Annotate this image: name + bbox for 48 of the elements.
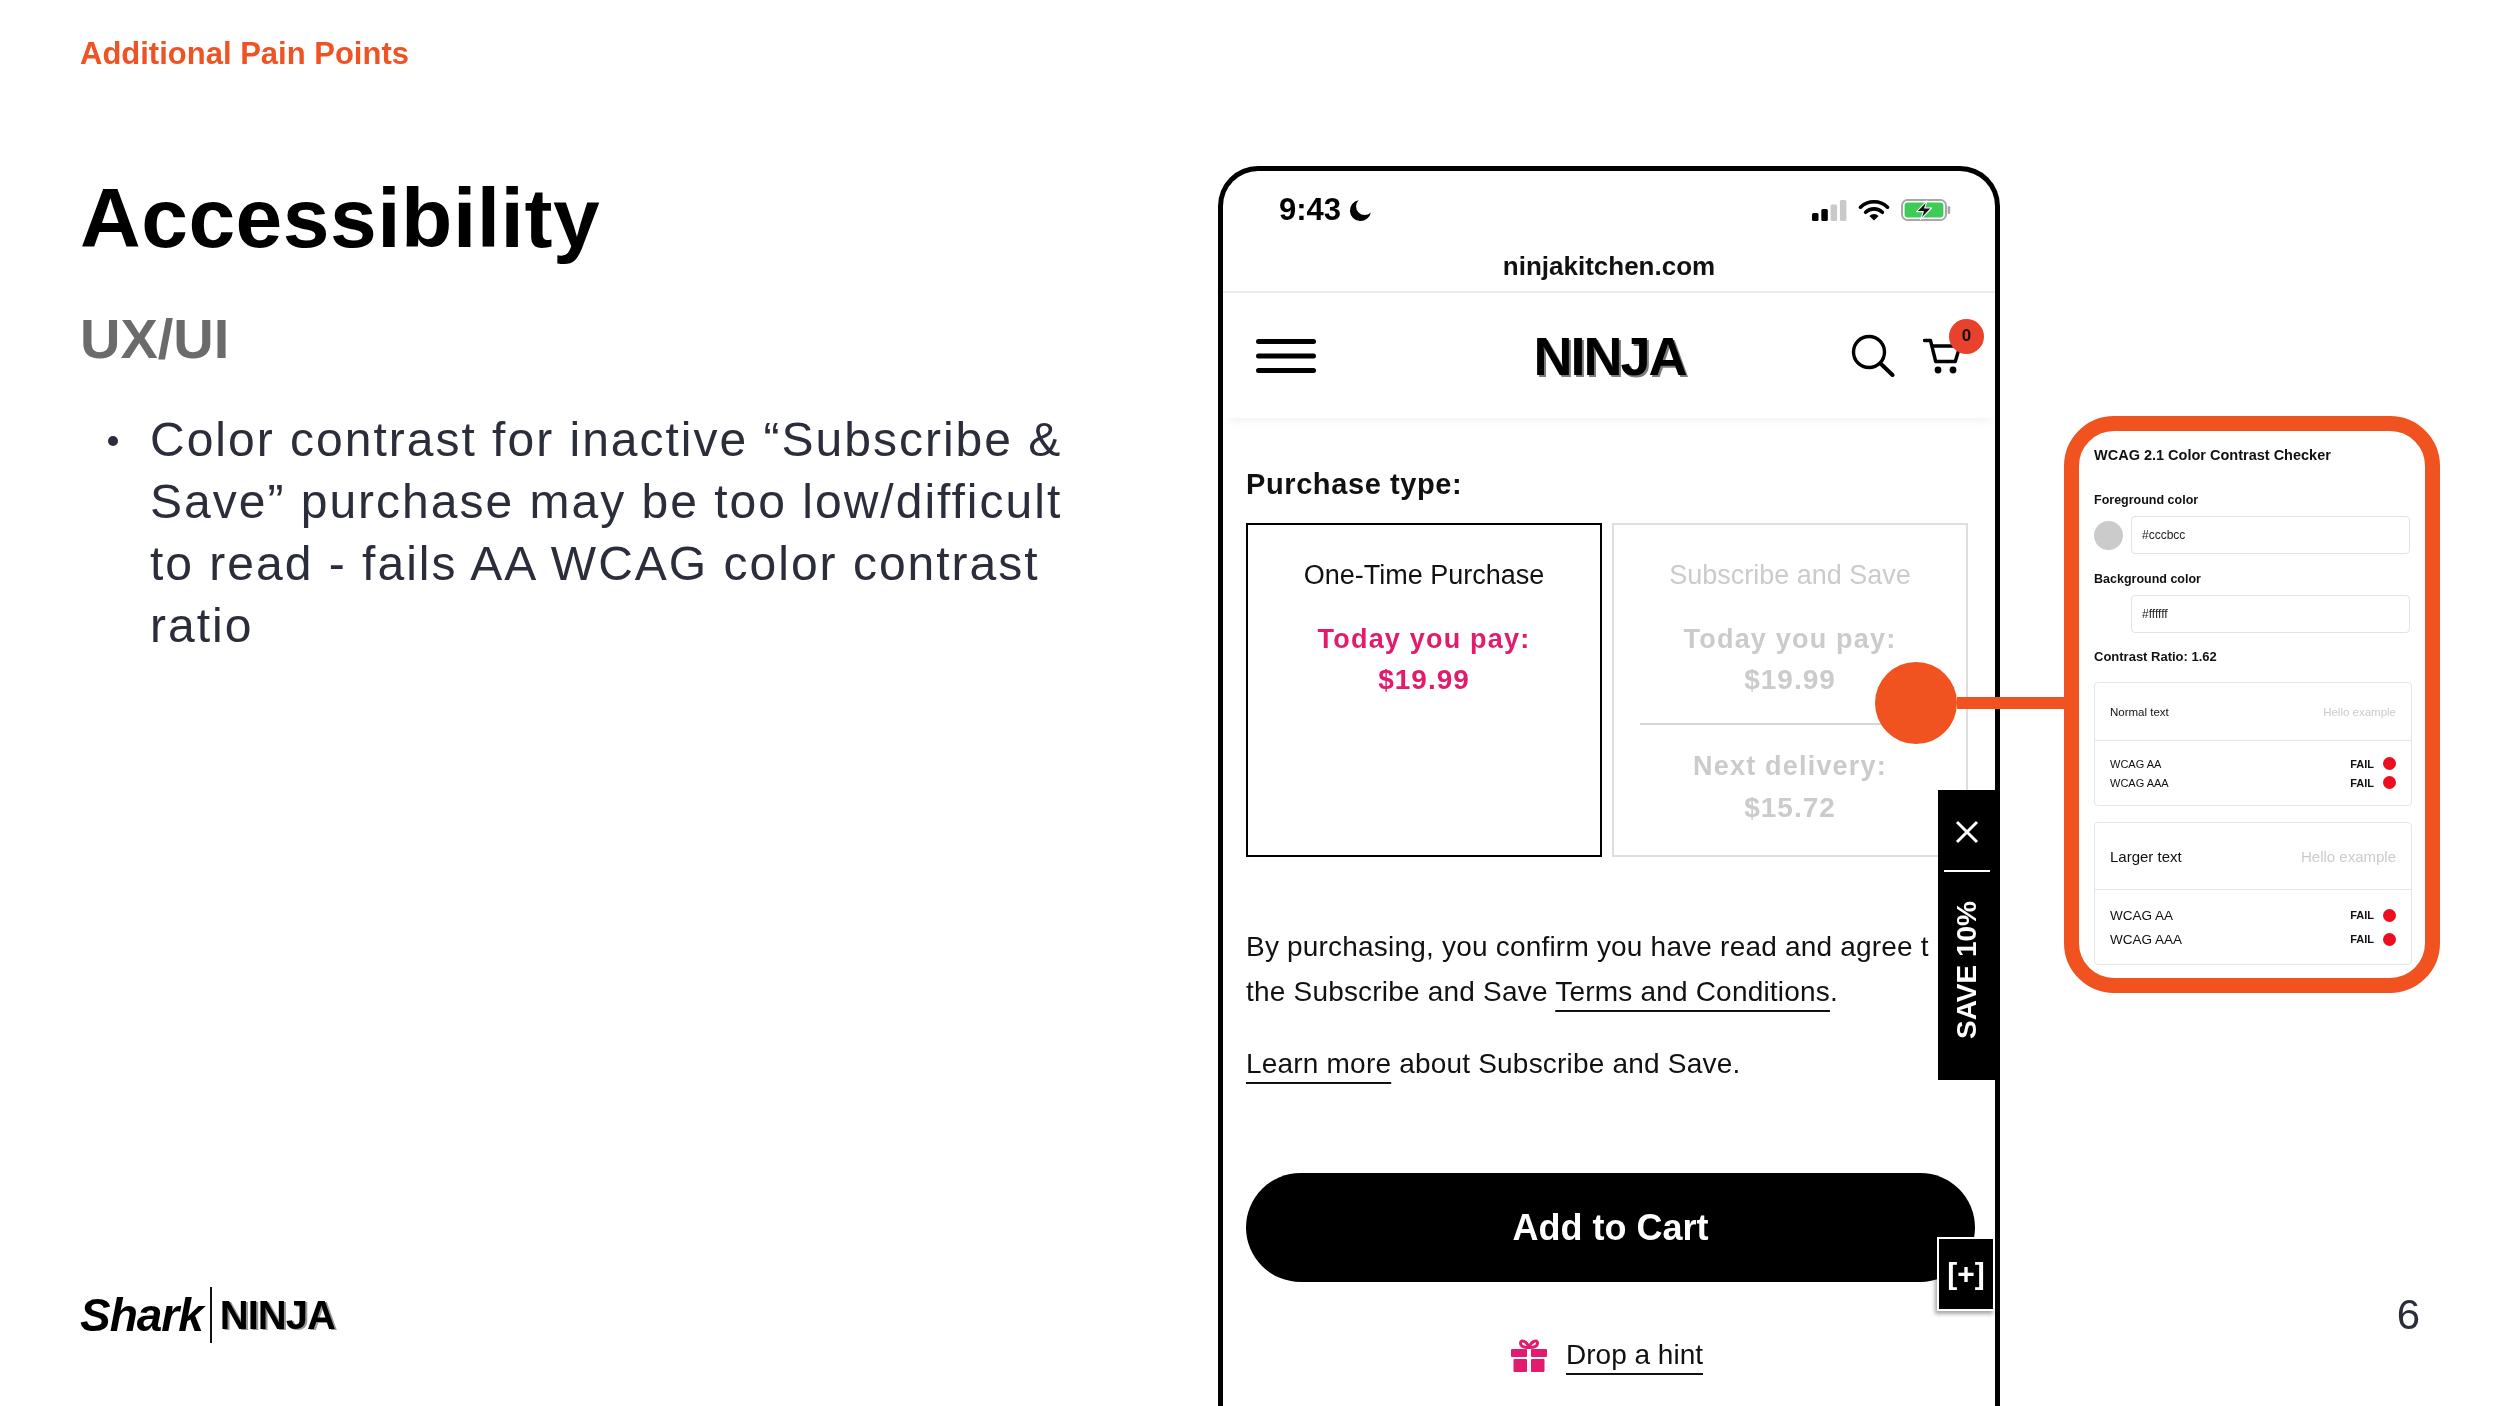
sample-label: Larger text [2110, 847, 2182, 865]
discount-tab[interactable]: SAVE 10% [1938, 790, 1995, 1080]
learn-more-link[interactable]: Learn more [1246, 1048, 1392, 1079]
url-text: ninjakitchen.com [1502, 250, 1716, 282]
battery-icon [1901, 199, 1951, 221]
result-text: FAIL [2350, 776, 2374, 789]
moon-icon [1349, 198, 1373, 222]
cart-count-badge: 0 [1949, 318, 1984, 354]
signal-icon [1812, 199, 1847, 221]
color-input-field[interactable]: #ffffff [2131, 595, 2410, 633]
checker-title: WCAG 2.1 Color Contrast Checker [2094, 446, 2331, 465]
callout-marker-icon [1875, 662, 1957, 744]
result-text: FAIL [2350, 909, 2374, 921]
purchase-type-label: Purchase type: [1246, 467, 1463, 502]
standard-label: WCAG AAA [2110, 776, 2169, 789]
expand-button[interactable]: [+] [1937, 1237, 1995, 1311]
standard-label: WCAG AA [2110, 907, 2173, 923]
sample-label: Normal text [2110, 705, 2169, 718]
terms-text: By purchasing, you confirm you have read and agree t the Subscribe and Save Terms and Conditions. [1246, 930, 1929, 1009]
close-icon[interactable] [1954, 820, 1979, 844]
gift-icon [1511, 1338, 1547, 1372]
field-label: Background color [2094, 571, 2201, 588]
search-icon[interactable] [1851, 334, 1895, 377]
option-title: One-Time Purchase [1303, 559, 1545, 592]
color-input-field[interactable]: #cccbcc [2131, 516, 2410, 554]
page-number: 6 [2396, 1290, 2420, 1340]
site-logo[interactable]: NINJA [1533, 325, 1686, 386]
slide-title: Accessibility [80, 170, 601, 267]
menu-icon[interactable] [1256, 338, 1316, 373]
slide-subtitle: UX/UI [80, 307, 230, 371]
purchase-option-card[interactable]: One-Time Purchase Today you pay: $19.99 [1246, 523, 1602, 857]
result-text: FAIL [2350, 933, 2374, 945]
standard-label: WCAG AA [2110, 757, 2162, 770]
pay-label: Today you pay: [1317, 623, 1531, 656]
standard-label: WCAG AAA [2110, 931, 2182, 947]
bullet-icon [108, 436, 118, 446]
result-text: FAIL [2350, 757, 2374, 770]
status-time: 9:43 [1279, 192, 1342, 228]
contrast-ratio-text: Contrast Ratio: 1.62 [2094, 648, 2217, 666]
terms-link[interactable]: Terms and Conditions [1555, 976, 1830, 1007]
section-label: Additional Pain Points [80, 36, 409, 72]
field-label: Foreground color [2094, 492, 2199, 509]
bullet-text: Color contrast for inactive “Subscribe & Save” purchase may be too low/difficult to read - fails AA WCAG color contrast ratio [150, 412, 1064, 654]
drop-hint-link[interactable]: Drop a hint [1566, 1338, 1703, 1372]
wifi-icon [1858, 199, 1890, 221]
learn-more-text: Learn more about Subscribe and Save. [1246, 1047, 1741, 1081]
pay-price: $19.99 [1378, 663, 1470, 697]
logo-wordmark: NINJA [219, 1292, 335, 1338]
